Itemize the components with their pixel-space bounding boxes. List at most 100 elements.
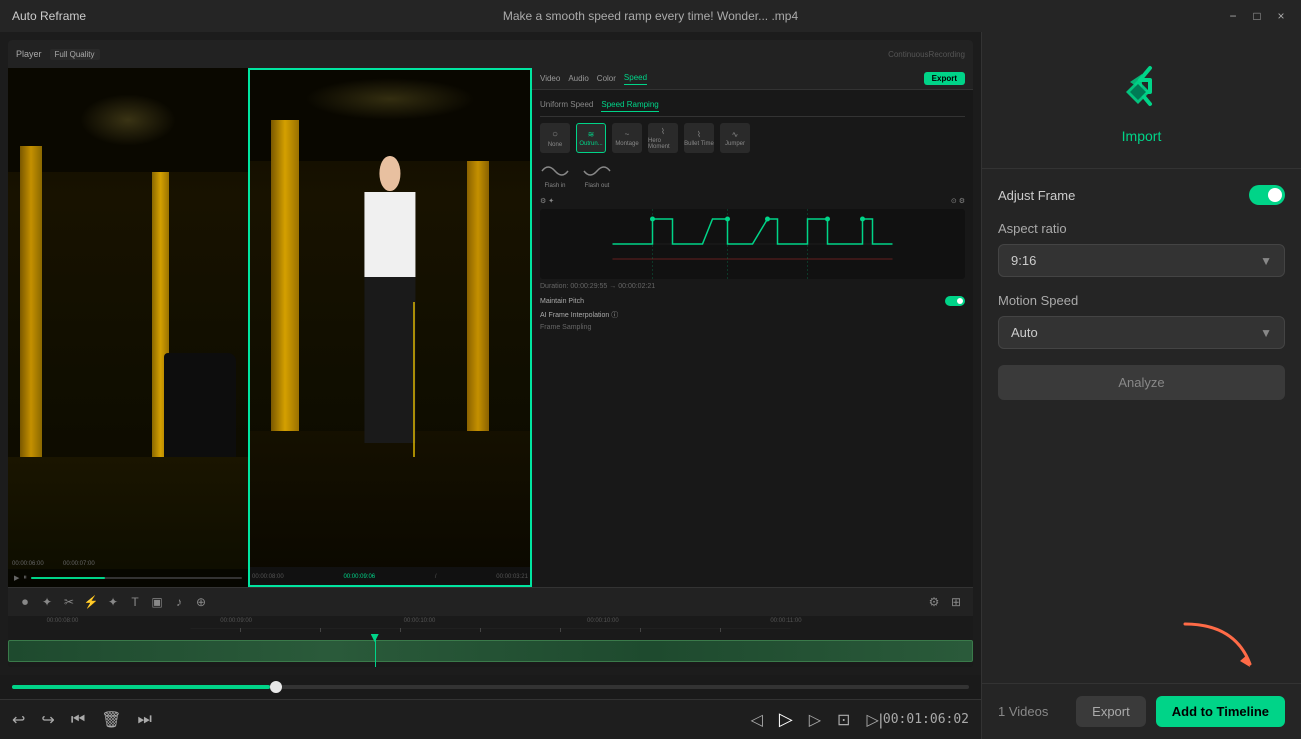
tick-marks	[8, 628, 973, 632]
preset-none-label: None	[548, 142, 562, 148]
tm-2: 00:00:09:00	[220, 618, 252, 624]
tracks-area	[8, 634, 973, 667]
coral-arrow-svg	[1165, 619, 1265, 679]
loop-section-button[interactable]: ▷|	[866, 710, 882, 730]
progress-bar-container	[0, 675, 981, 699]
play-button[interactable]: ▷	[779, 709, 793, 730]
flash-in[interactable]: Flash in	[540, 161, 570, 189]
add-timeline-button[interactable]: Add to Timeline	[1156, 696, 1285, 727]
preset-bullet[interactable]: ⌇ Bullet Time	[684, 123, 714, 153]
graph-controls: ⊙ ⚙	[951, 197, 965, 205]
progress-thumb[interactable]	[270, 681, 282, 693]
inner-progress	[31, 577, 242, 579]
inner-content: ▶ ⏸ 00:00:06:00 00:00:07:00	[8, 68, 973, 587]
jacket	[364, 192, 415, 278]
record-icon[interactable]: ⏺	[16, 593, 34, 611]
grid-icon[interactable]: ⊞	[947, 593, 965, 611]
snap-icon[interactable]: ✦	[38, 593, 56, 611]
prev-frame-button[interactable]: ◁	[751, 710, 763, 730]
inner-export-btn[interactable]: Export	[924, 72, 965, 85]
flash-out-icon	[582, 161, 612, 181]
tab-color[interactable]: Color	[597, 74, 616, 83]
undo-button[interactable]: ↩	[12, 710, 25, 730]
progress-fill	[12, 685, 270, 689]
preset-jumper-label: Jumper	[725, 141, 745, 147]
aspect-ratio-arrow: ▼	[1260, 254, 1272, 268]
import-icon-svg	[1110, 56, 1174, 120]
main-layout: Player Full Quality ContinuousRecording	[0, 32, 1301, 739]
right-bottom: 1 Videos Export Add to Timeline	[982, 683, 1301, 739]
zoom-icon[interactable]: ✦	[104, 593, 122, 611]
audio-icon[interactable]: ♪	[170, 593, 188, 611]
flash-out-label: Flash out	[585, 183, 610, 189]
tab-speed[interactable]: Speed	[624, 73, 647, 85]
import-label[interactable]: Import	[1122, 128, 1162, 144]
tm-5: 00:00:11:00	[770, 618, 801, 624]
import-area: Import	[982, 32, 1301, 169]
maintain-pitch-label: Maintain Pitch	[540, 298, 584, 305]
preset-jumper[interactable]: ∿ Jumper	[720, 123, 750, 153]
preset-montage-icon: ~	[625, 130, 630, 139]
maintain-pitch-row: Maintain Pitch	[540, 296, 965, 306]
content-area: Player Full Quality ContinuousRecording	[0, 32, 981, 739]
next-frame-button[interactable]: ▷	[809, 710, 821, 730]
preset-hero[interactable]: ⌇ Hero Moment	[648, 123, 678, 153]
quality-label: Full Quality	[50, 49, 100, 60]
preset-none[interactable]: ○ None	[540, 123, 570, 153]
tab-video[interactable]: Video	[540, 74, 560, 83]
preset-outrun[interactable]: ≋ Outrun...	[576, 123, 606, 153]
close-button[interactable]: ×	[1273, 8, 1289, 24]
selected-frame-container: 00:00:08:00 00:00:09:06 / 00:00:03:21	[248, 68, 532, 587]
flash-out[interactable]: Flash out	[582, 161, 612, 189]
maximize-button[interactable]: □	[1249, 8, 1265, 24]
preset-outrun-label: Outrun...	[579, 141, 602, 147]
head	[380, 156, 400, 190]
tab-audio[interactable]: Audio	[568, 74, 588, 83]
continuous-recording: ContinuousRecording	[888, 50, 965, 59]
skip-back-button[interactable]: ⏮	[71, 711, 85, 729]
redo-button[interactable]: ↪	[41, 710, 54, 730]
inner-progress-fill	[31, 577, 105, 579]
ft-slash: /	[435, 574, 437, 580]
minimize-button[interactable]: −	[1225, 8, 1241, 24]
export-button[interactable]: Export	[1076, 696, 1146, 727]
arrow-wrapper	[998, 619, 1285, 679]
delete-button[interactable]: 🗑	[101, 710, 121, 730]
floor	[8, 457, 248, 587]
media-icon[interactable]: ▣	[148, 593, 166, 611]
aspect-ratio-group: Aspect ratio 9:16 ▼	[998, 221, 1285, 277]
text-icon[interactable]: T	[126, 593, 144, 611]
motion-speed-dropdown[interactable]: Auto ▼	[998, 316, 1285, 349]
adjust-frame-toggle[interactable]	[1249, 185, 1285, 205]
settings-section: Adjust Frame Aspect ratio 9:16 ▼ Motion …	[982, 169, 1301, 619]
frame-timeline: 00:00:08:00 00:00:09:06 / 00:00:03:21	[248, 567, 532, 587]
graph-header: ⚙ ✦ ⊙ ⚙	[540, 197, 965, 205]
skip-forward-button[interactable]: ⏭	[138, 711, 152, 729]
video-clip[interactable]	[8, 640, 973, 662]
speed-ramping-tab[interactable]: Speed Ramping	[601, 98, 658, 112]
analyze-button[interactable]: Analyze	[998, 365, 1285, 400]
right-panel: Import Adjust Frame Aspect ratio 9:16 ▼ …	[981, 32, 1301, 739]
loop-button[interactable]: ⊡	[837, 710, 850, 730]
preset-outrun-icon: ≋	[588, 130, 595, 139]
import-icon-stack	[1110, 56, 1174, 120]
progress-track[interactable]	[12, 685, 969, 689]
speed-presets: ○ None ≋ Outrun... ~ Mon	[540, 123, 965, 153]
preset-montage[interactable]: ~ Montage	[612, 123, 642, 153]
time-display: 00:01:06:02	[883, 712, 969, 727]
maintain-pitch-toggle[interactable]	[945, 296, 965, 306]
speed-graph-svg	[540, 209, 965, 279]
settings-icon[interactable]: ⚙	[925, 593, 943, 611]
adjust-frame-row: Adjust Frame	[998, 185, 1285, 205]
preset-bullet-label: Bullet Time	[684, 141, 714, 147]
cut-icon[interactable]: ✂	[60, 593, 78, 611]
playback-controls: ↩ ↪ ⏮ 🗑 ⏭ ◁ ▷ ▷ ⊡ ▷|	[12, 709, 883, 730]
aspect-ratio-dropdown[interactable]: 9:16 ▼	[998, 244, 1285, 277]
razor-icon[interactable]: ⚡	[82, 593, 100, 611]
preset-jumper-icon: ∿	[732, 130, 739, 139]
sf-light	[305, 78, 475, 120]
motion-speed-group: Motion Speed Auto ▼	[998, 293, 1285, 349]
uniform-speed-tab[interactable]: Uniform Speed	[540, 98, 593, 112]
plus-icon[interactable]: ⊕	[192, 593, 210, 611]
speed-content: Uniform Speed Speed Ramping ○ None	[532, 90, 973, 335]
